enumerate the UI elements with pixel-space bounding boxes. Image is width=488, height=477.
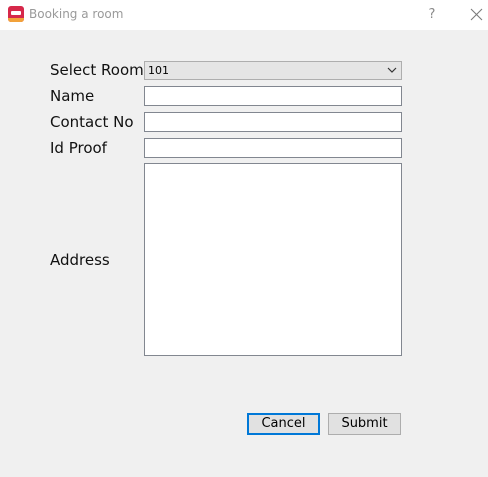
contact-no-field[interactable] [144, 112, 402, 132]
contact-no-label: Contact No [50, 113, 134, 131]
chevron-down-icon [387, 67, 397, 73]
id-proof-label: Id Proof [50, 139, 107, 157]
name-field[interactable] [144, 86, 402, 106]
address-label: Address [50, 251, 110, 269]
booking-dialog: Booking a room ? Select Room 101 Name Co… [0, 0, 488, 477]
room-select[interactable]: 101 [144, 61, 402, 80]
hotel-bed-icon [8, 6, 24, 22]
close-icon [470, 8, 483, 21]
title-bar: Booking a room ? [0, 0, 488, 30]
close-button[interactable] [466, 6, 486, 24]
id-proof-field[interactable] [144, 138, 402, 158]
address-textarea[interactable] [144, 163, 402, 356]
window-title: Booking a room [29, 7, 124, 21]
name-label: Name [50, 87, 95, 105]
select-room-label: Select Room [50, 61, 144, 79]
submit-button[interactable]: Submit [328, 413, 401, 435]
help-button[interactable]: ? [422, 5, 442, 25]
cancel-button[interactable]: Cancel [247, 413, 320, 435]
room-select-value: 101 [148, 64, 169, 77]
